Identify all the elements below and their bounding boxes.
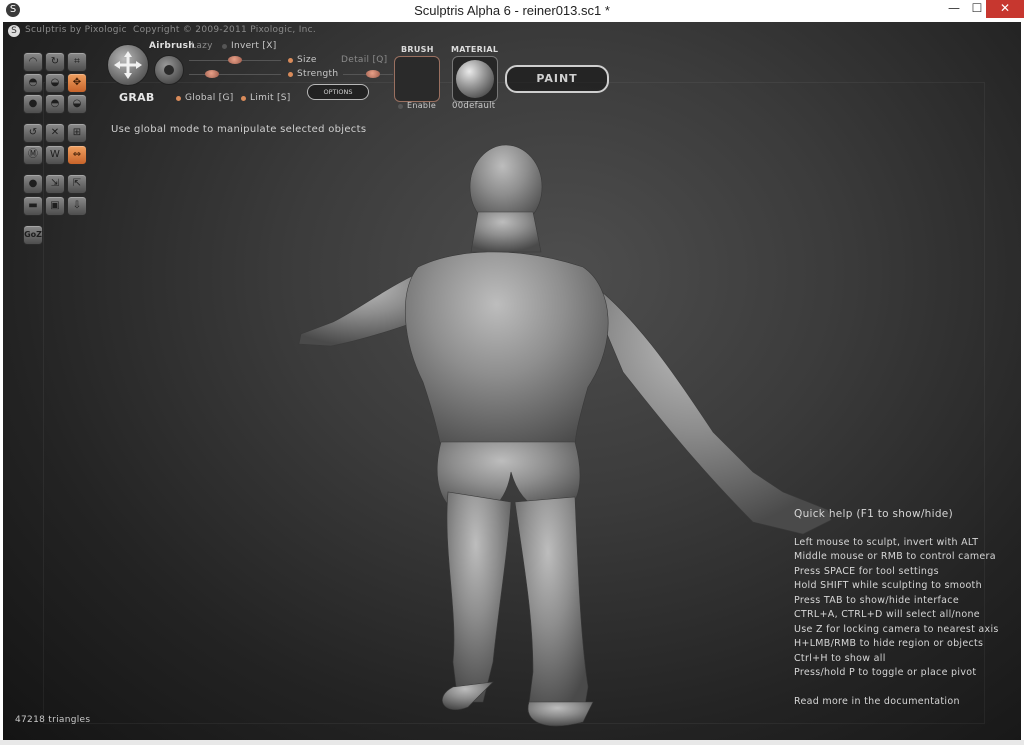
material-name: 00default [452, 101, 496, 111]
brush-heading: BRUSH [401, 45, 434, 54]
scale-icon[interactable]: ⇲ [45, 174, 65, 194]
smooth-icon[interactable]: ◓ [45, 94, 65, 114]
rotate-icon[interactable]: ↻ [45, 52, 65, 72]
copyright-label: Copyright © 2009-2011 Pixologic, Inc. [133, 25, 317, 35]
inflate-icon[interactable]: ◓ [23, 73, 43, 93]
detail-label[interactable]: Detail [Q] [341, 55, 387, 65]
invert-indicator-icon [222, 44, 227, 49]
close-button[interactable]: ✕ [986, 0, 1024, 18]
goz-button[interactable]: GoZ [23, 225, 43, 245]
strength-slider-track[interactable] [189, 74, 281, 75]
size-label: Size [297, 55, 317, 65]
paint-button[interactable]: PAINT [505, 65, 609, 93]
transform-icon[interactable]: ⇔ [67, 145, 87, 165]
move-arrows-icon [114, 51, 142, 79]
material-sphere-icon [456, 60, 494, 98]
help-line: Middle mouse or RMB to control camera [794, 551, 996, 562]
application-window: S Sculptris Alpha 6 - reiner013.sc1 * — … [0, 0, 1024, 745]
tool-name-label: GRAB [119, 91, 155, 104]
quick-help-title: Quick help (F1 to show/hide) [794, 508, 953, 520]
help-line: Press SPACE for tool settings [794, 565, 939, 577]
brush-enable-label[interactable]: Enable [407, 101, 436, 110]
title-bar: S Sculptris Alpha 6 - reiner013.sc1 * — … [0, 0, 1024, 22]
airbrush-dial[interactable] [154, 55, 184, 85]
limit-indicator-icon [241, 96, 246, 101]
sculpt-model[interactable] [283, 142, 843, 732]
brush-enable-indicator-icon [398, 104, 403, 109]
help-line: Hold SHIFT while sculpting to smooth [794, 580, 982, 591]
brush-swatch[interactable] [394, 56, 440, 102]
invert-label[interactable]: Invert [X] [231, 41, 277, 51]
mask-icon[interactable]: ✕ [45, 123, 65, 143]
global-label[interactable]: Global [G] [185, 93, 234, 103]
window-bottom-border [0, 740, 1024, 745]
brand-label: Sculptris by Pixologic [25, 25, 127, 35]
draw-icon[interactable]: ◠ [23, 52, 43, 72]
dial-center-icon [164, 65, 174, 75]
sculptris-logo-icon: S [8, 25, 20, 37]
pinch-icon[interactable]: ◒ [45, 73, 65, 93]
symmetry-icon[interactable]: Ⓜ [23, 145, 43, 165]
help-line: H+LMB/RMB to hide region or objects [794, 638, 984, 649]
quick-help-panel: Quick help (F1 to show/hide) Left mouse … [794, 507, 999, 709]
minimize-button[interactable]: — [942, 0, 966, 16]
help-line: Press/hold P to toggle or place pivot [794, 667, 977, 678]
strength-indicator-icon [288, 72, 293, 77]
move-icon[interactable]: ⇱ [67, 174, 87, 194]
strength-label: Strength [297, 69, 339, 79]
flatten-icon[interactable]: ● [23, 94, 43, 114]
documentation-link[interactable]: Read more in the documentation [794, 695, 999, 710]
reduce-icon[interactable]: ↺ [23, 123, 43, 143]
subdivide-icon[interactable]: ⊞ [67, 123, 87, 143]
window-title: Sculptris Alpha 6 - reiner013.sc1 * [414, 3, 610, 18]
plane-icon[interactable]: ▬ [23, 196, 43, 216]
import-icon[interactable]: ⇩ [67, 196, 87, 216]
grab-tool-icon[interactable] [107, 44, 149, 86]
help-line: CTRL+A, CTRL+D will select all/none [794, 609, 980, 620]
sculpt-viewport[interactable]: S Sculptris by Pixologic Copyright © 200… [3, 22, 1021, 740]
help-line: Use Z for locking camera to nearest axis [794, 623, 999, 635]
maximize-button[interactable]: ☐ [966, 0, 988, 16]
sphere-icon[interactable]: ● [23, 174, 43, 194]
crease-icon[interactable]: ◒ [67, 94, 87, 114]
global-indicator-icon [176, 96, 181, 101]
options-button[interactable]: OPTIONS [307, 84, 369, 100]
size-slider-knob[interactable] [228, 56, 242, 64]
size-indicator-icon [288, 58, 293, 63]
airbrush-label[interactable]: Airbrush [149, 41, 195, 51]
help-line: Left mouse to sculpt, invert with ALT [794, 536, 979, 548]
strength-slider-knob[interactable] [205, 70, 219, 78]
detail-slider-knob[interactable] [366, 70, 380, 78]
triangle-count: 47218 triangles [15, 715, 91, 725]
grab-icon[interactable]: ✥ [67, 73, 87, 93]
lock-icon[interactable]: ▣ [45, 196, 65, 216]
wire-icon[interactable]: W [45, 145, 65, 165]
crop-icon[interactable]: ⌗ [67, 52, 87, 72]
help-line: Ctrl+H to show all [794, 652, 886, 664]
limit-label[interactable]: Limit [S] [250, 93, 291, 103]
help-line: Press TAB to show/hide interface [794, 594, 959, 606]
lazy-label[interactable]: Lazy [191, 41, 213, 51]
material-heading: MATERIAL [451, 45, 499, 54]
material-preview[interactable] [452, 56, 498, 102]
status-hint: Use global mode to manipulate selected o… [111, 124, 367, 135]
